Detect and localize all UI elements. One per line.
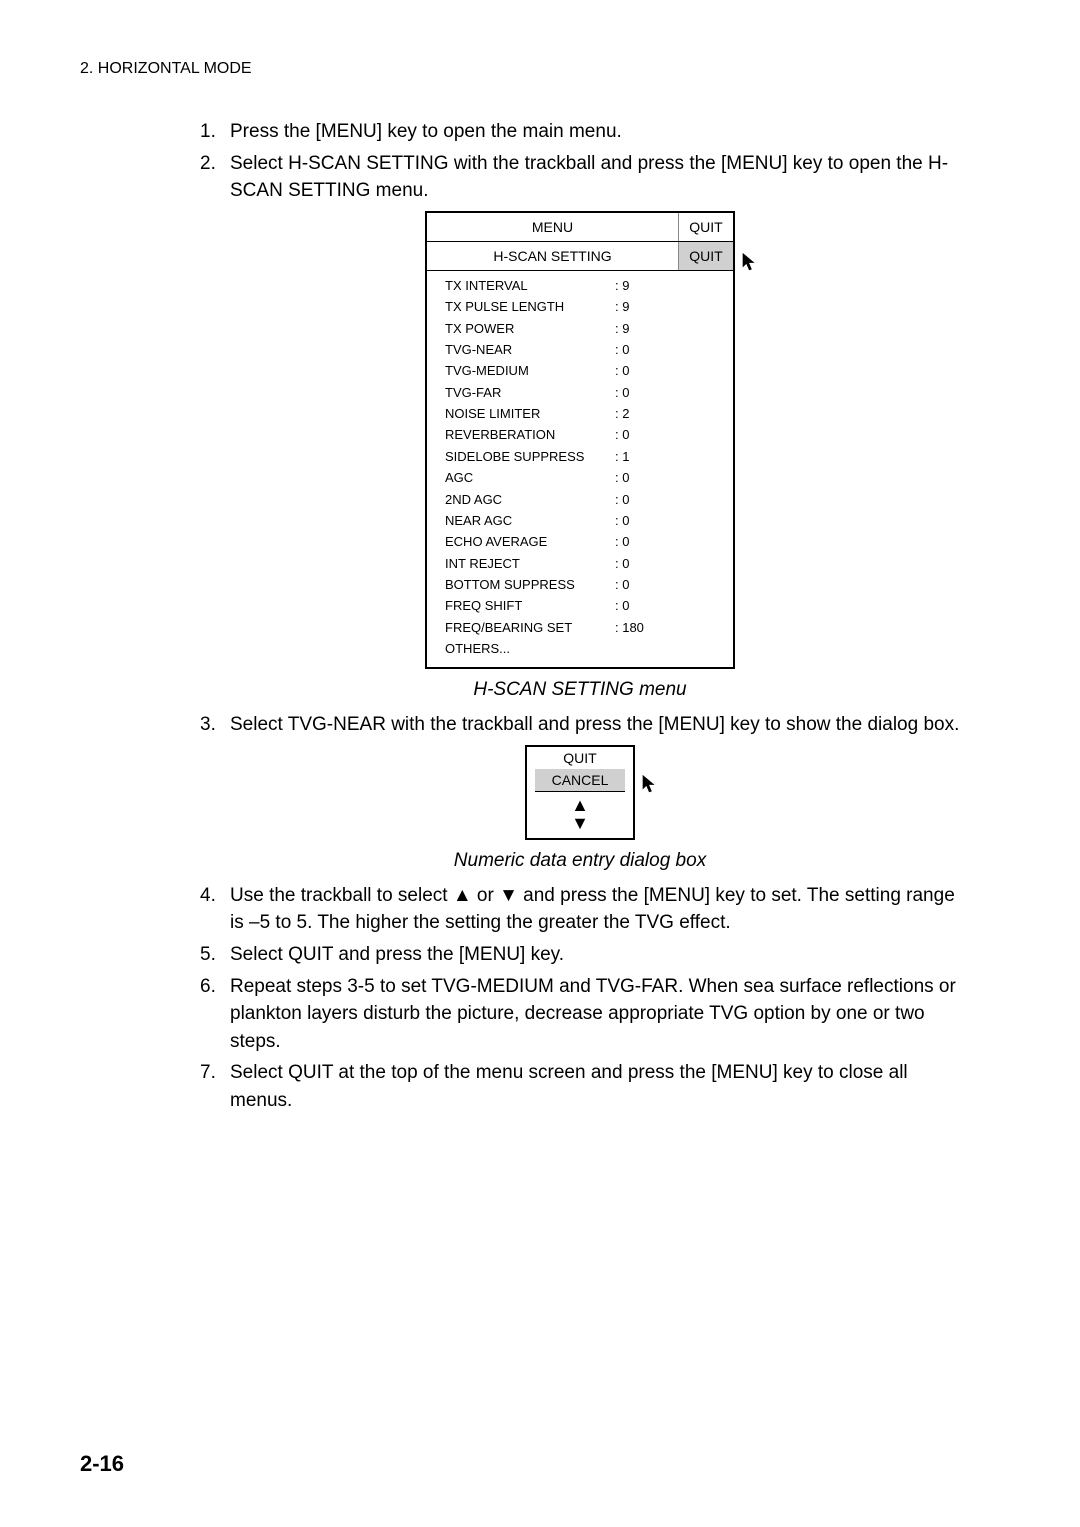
- menu-row-label: REVERBERATION: [445, 427, 615, 442]
- menu-row-label: TVG-NEAR: [445, 342, 615, 357]
- menu-row-label: INT REJECT: [445, 556, 615, 571]
- menu-row-label: BOTTOM SUPPRESS: [445, 577, 615, 592]
- menu-row-value: : 0: [615, 534, 629, 549]
- menu-sub-quit[interactable]: QUIT: [679, 242, 733, 270]
- step-number: 4.: [200, 882, 230, 937]
- menu-row[interactable]: TVG-MEDIUM: 0: [445, 360, 721, 381]
- menu-row-label: 2ND AGC: [445, 492, 615, 507]
- menu-row-label: TVG-MEDIUM: [445, 363, 615, 378]
- step-number: 1.: [200, 118, 230, 146]
- menu-row-value: : 0: [615, 363, 629, 378]
- menu-row-value: : 0: [615, 556, 629, 571]
- menu-row-value: : 1: [615, 449, 629, 464]
- step-number: 6.: [200, 973, 230, 1056]
- cursor-icon: [739, 251, 761, 277]
- menu-row-label: NEAR AGC: [445, 513, 615, 528]
- menu-row-label: TX PULSE LENGTH: [445, 299, 615, 314]
- menu-row-value: : 2: [615, 406, 629, 421]
- step-4: 4. Use the trackball to select ▲ or ▼ an…: [200, 882, 960, 937]
- menu-row-value: : 9: [615, 278, 629, 293]
- menu-row[interactable]: SIDELOBE SUPPRESS: 1: [445, 446, 721, 467]
- menu-row-value: : 0: [615, 492, 629, 507]
- step-7: 7. Select QUIT at the top of the menu sc…: [200, 1059, 960, 1114]
- menu-row[interactable]: TVG-NEAR: 0: [445, 339, 721, 360]
- menu-row-value: : 180: [615, 620, 644, 635]
- menu-rows: TX INTERVAL: 9 TX PULSE LENGTH: 9 TX POW…: [427, 271, 733, 668]
- menu-row[interactable]: FREQ/BEARING SET: 180: [445, 617, 721, 638]
- menu-row-value: : 0: [615, 342, 629, 357]
- menu-row-label: ECHO AVERAGE: [445, 534, 615, 549]
- menu-row-label: SIDELOBE SUPPRESS: [445, 449, 615, 464]
- step-number: 5.: [200, 941, 230, 969]
- cursor-icon: [639, 773, 661, 801]
- menu-row-value: : 0: [615, 577, 629, 592]
- menu-row-value: : 0: [615, 427, 629, 442]
- menu-row[interactable]: TVG-FAR: 0: [445, 382, 721, 403]
- step-6: 6. Repeat steps 3-5 to set TVG-MEDIUM an…: [200, 973, 960, 1056]
- menu-row[interactable]: TX PULSE LENGTH: 9: [445, 296, 721, 317]
- menu-row[interactable]: TX POWER: 9: [445, 317, 721, 338]
- step-5: 5. Select QUIT and press the [MENU] key.: [200, 941, 960, 969]
- step-text: Select QUIT and press the [MENU] key.: [230, 941, 960, 969]
- menu-row-value: : 0: [615, 598, 629, 613]
- menu-row[interactable]: OTHERS...: [445, 638, 721, 659]
- step-3: 3. Select TVG-NEAR with the trackball an…: [200, 711, 960, 739]
- menu-row-value: : 0: [615, 385, 629, 400]
- menu-row[interactable]: INT REJECT: 0: [445, 553, 721, 574]
- menu-row-label: TVG-FAR: [445, 385, 615, 400]
- step-1: 1. Press the [MENU] key to open the main…: [200, 118, 960, 146]
- page-number: 2-16: [80, 1451, 124, 1477]
- menu-row[interactable]: AGC: 0: [445, 467, 721, 488]
- menu-row[interactable]: 2ND AGC: 0: [445, 488, 721, 509]
- menu-row[interactable]: BOTTOM SUPPRESS: 0: [445, 574, 721, 595]
- menu-row-value: : 0: [615, 513, 629, 528]
- page-header: 2. HORIZONTAL MODE: [80, 60, 1000, 78]
- step-text: Select QUIT at the top of the menu scree…: [230, 1059, 960, 1114]
- menu-row[interactable]: REVERBERATION: 0: [445, 424, 721, 445]
- menu-row-label: AGC: [445, 470, 615, 485]
- up-arrow-icon[interactable]: ▲: [527, 796, 633, 814]
- hscan-menu-box: MENU QUIT H-SCAN SETTING QUIT TX INTERVA…: [425, 211, 735, 670]
- step-text: Press the [MENU] key to open the main me…: [230, 118, 960, 146]
- menu-row-value: : 9: [615, 321, 629, 336]
- menu-row[interactable]: FREQ SHIFT: 0: [445, 595, 721, 616]
- menu-caption: H-SCAN SETTING menu: [200, 679, 960, 701]
- step-number: 7.: [200, 1059, 230, 1114]
- menu-title: MENU: [427, 213, 679, 241]
- step-text: Select TVG-NEAR with the trackball and p…: [230, 711, 960, 739]
- menu-row-label: FREQ/BEARING SET: [445, 620, 615, 635]
- menu-quit[interactable]: QUIT: [679, 213, 733, 241]
- menu-row-label: TX INTERVAL: [445, 278, 615, 293]
- menu-row-value: : 0: [615, 470, 629, 485]
- step-2: 2. Select H-SCAN SETTING with the trackb…: [200, 150, 960, 205]
- step-number: 2.: [200, 150, 230, 205]
- step-text: Use the trackball to select ▲ or ▼ and p…: [230, 882, 960, 937]
- menu-row[interactable]: NOISE LIMITER: 2: [445, 403, 721, 424]
- menu-row[interactable]: ECHO AVERAGE: 0: [445, 531, 721, 552]
- menu-row[interactable]: TX INTERVAL: 9: [445, 275, 721, 296]
- dialog-cancel[interactable]: CANCEL: [535, 769, 625, 792]
- dialog-quit[interactable]: QUIT: [527, 747, 633, 769]
- numeric-dialog-box: QUIT CANCEL ▲ ▼: [525, 745, 635, 840]
- menu-row-label: FREQ SHIFT: [445, 598, 615, 613]
- menu-row-label: TX POWER: [445, 321, 615, 336]
- menu-row-label: NOISE LIMITER: [445, 406, 615, 421]
- dialog-caption: Numeric data entry dialog box: [200, 850, 960, 872]
- step-number: 3.: [200, 711, 230, 739]
- down-arrow-icon[interactable]: ▼: [527, 814, 633, 832]
- step-text: Repeat steps 3-5 to set TVG-MEDIUM and T…: [230, 973, 960, 1056]
- menu-row-label: OTHERS...: [445, 641, 615, 656]
- menu-row[interactable]: NEAR AGC: 0: [445, 510, 721, 531]
- step-text: Select H-SCAN SETTING with the trackball…: [230, 150, 960, 205]
- menu-subtitle: H-SCAN SETTING: [427, 242, 679, 270]
- menu-row-value: : 9: [615, 299, 629, 314]
